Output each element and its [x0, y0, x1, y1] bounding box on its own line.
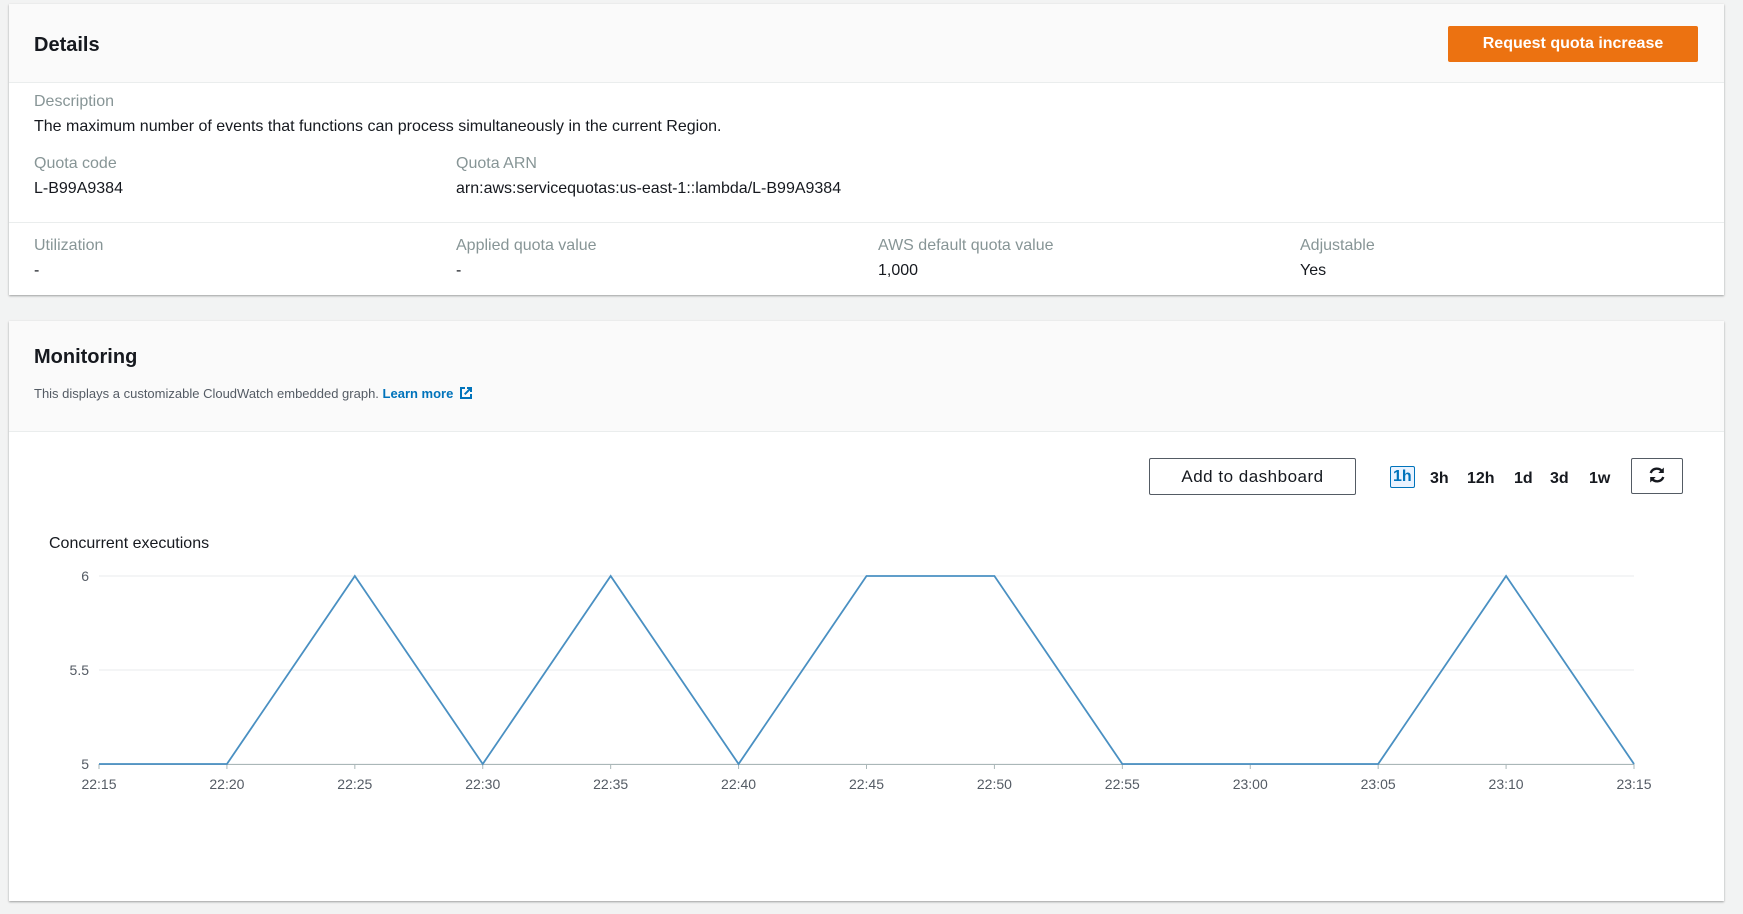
x-tick-label: 22:50	[977, 776, 1012, 792]
details-panel: Details Request quota increase Descripti…	[9, 4, 1724, 295]
data-point	[865, 574, 869, 578]
applied-quota-value: -	[456, 262, 462, 279]
data-point	[1248, 762, 1252, 766]
quota-code-value: L-B99A9384	[34, 180, 123, 197]
description-label: Description	[34, 93, 115, 110]
quota-arn-value: arn:aws:servicequotas:us-east-1::lambda/…	[456, 180, 842, 197]
adjustable-value: Yes	[1300, 262, 1327, 279]
data-point	[225, 762, 229, 766]
quota-arn-label: Quota ARN	[456, 155, 537, 172]
x-tick-label: 22:35	[593, 776, 628, 792]
x-tick-label: 22:15	[81, 776, 116, 792]
utilization-value: -	[34, 262, 40, 279]
y-tick-label: 5.5	[70, 662, 90, 678]
default-quota-label: AWS default quota value	[878, 237, 1054, 254]
data-point	[992, 574, 996, 578]
data-point	[1632, 762, 1636, 766]
data-point	[97, 762, 101, 766]
default-quota-value: 1,000	[878, 262, 919, 279]
request-quota-increase-button[interactable]: Request quota increase	[1448, 26, 1698, 62]
x-tick-label: 23:15	[1616, 776, 1651, 792]
details-title: Details	[34, 34, 100, 56]
data-point	[1120, 762, 1124, 766]
x-tick-label: 23:05	[1361, 776, 1396, 792]
x-tick-label: 22:40	[721, 776, 756, 792]
x-tick-label: 22:45	[849, 776, 884, 792]
data-point	[737, 762, 741, 766]
data-point	[481, 762, 485, 766]
applied-quota-label: Applied quota value	[456, 237, 597, 254]
x-tick-label: 22:55	[1105, 776, 1140, 792]
details-divider	[9, 222, 1724, 223]
x-tick-label: 23:10	[1489, 776, 1524, 792]
y-tick-label: 6	[81, 568, 89, 584]
y-tick-label: 5	[81, 756, 89, 772]
utilization-label: Utilization	[34, 237, 104, 254]
description-value: The maximum number of events that functi…	[34, 118, 722, 135]
details-header: Details Request quota increase	[9, 4, 1724, 83]
x-tick-label: 22:30	[465, 776, 500, 792]
data-point	[353, 574, 357, 578]
x-tick-label: 23:00	[1233, 776, 1268, 792]
x-tick-label: 22:20	[209, 776, 244, 792]
concurrent-executions-chart: 5 5.5 6 22:15 22:20 22:25 22:30 22:35 22:40 22:45…	[70, 568, 1652, 792]
adjustable-label: Adjustable	[1300, 237, 1375, 254]
monitoring-panel: Monitoring This displays a customizable …	[9, 321, 1724, 901]
quota-code-label: Quota code	[34, 155, 117, 172]
data-point	[609, 574, 613, 578]
x-tick-label: 22:25	[337, 776, 372, 792]
data-point	[1504, 574, 1508, 578]
data-point	[1376, 762, 1380, 766]
